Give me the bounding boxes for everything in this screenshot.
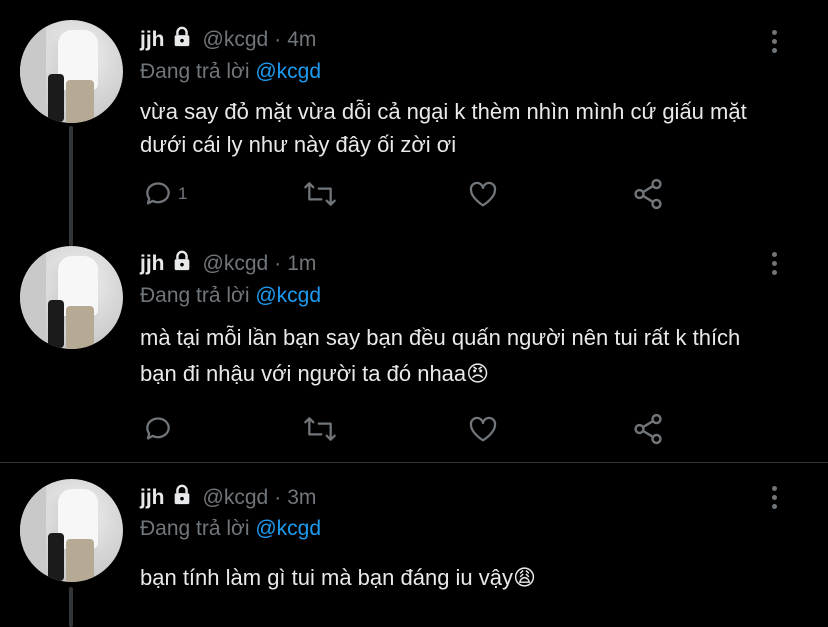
separator: · (274, 28, 282, 51)
handle[interactable]: @kcgd (203, 252, 269, 276)
retweet-icon (302, 413, 338, 445)
reply-button[interactable] (142, 412, 174, 446)
display-name[interactable]: jjh (140, 28, 165, 52)
replying-to: Đang trả lời @kcgd (140, 517, 321, 541)
avatar[interactable] (20, 20, 123, 123)
share-icon (631, 177, 665, 211)
like-button[interactable] (466, 177, 500, 211)
more-vertical-icon[interactable] (772, 252, 778, 278)
tweet-header: jjh @kcgd · 4m (140, 25, 316, 55)
display-name[interactable]: jjh (140, 486, 165, 510)
timestamp[interactable]: 3m (287, 486, 316, 510)
mention-link[interactable]: @kcgd (255, 517, 321, 540)
replying-to: Đang trả lời @kcgd (140, 60, 321, 84)
tweet-text: vừa say đỏ mặt vừa dỗi cả ngại k thèm nh… (140, 99, 747, 157)
retweet-button[interactable] (302, 412, 338, 446)
avatar[interactable] (20, 246, 123, 349)
like-button[interactable] (466, 412, 500, 446)
lock-icon (171, 26, 193, 54)
replying-prefix: Đang trả lời (140, 60, 250, 83)
tweet-text: bạn tính làm gì tui mà bạn đáng iu vậy😩 (140, 565, 536, 590)
more-vertical-icon[interactable] (772, 486, 778, 512)
timestamp[interactable]: 1m (287, 252, 316, 276)
handle[interactable]: @kcgd (203, 28, 269, 52)
heart-icon (466, 178, 500, 210)
retweet-button[interactable] (302, 177, 338, 211)
lock-icon (171, 484, 193, 512)
mention-link[interactable]: @kcgd (255, 60, 321, 83)
retweet-icon (302, 178, 338, 210)
share-button[interactable] (631, 177, 665, 211)
tweet-1[interactable]: jjh @kcgd · 4m Đang trả lời @kcgd vừa sa… (0, 0, 828, 246)
heart-icon (466, 413, 500, 445)
timestamp[interactable]: 4m (287, 28, 316, 52)
replying-prefix: Đang trả lời (140, 284, 250, 307)
reply-count: 1 (178, 184, 188, 203)
more-vertical-icon[interactable] (772, 30, 778, 56)
separator: · (274, 486, 282, 509)
tweet-header: jjh @kcgd · 1m (140, 249, 316, 279)
avatar[interactable] (20, 479, 123, 582)
separator: · (274, 252, 282, 275)
tweet-text: mà tại mỗi lần bạn say bạn đều quấn ngườ… (140, 325, 741, 386)
lock-icon (171, 250, 193, 278)
mention-link[interactable]: @kcgd (255, 284, 321, 307)
reply-button[interactable]: 1 (142, 177, 187, 211)
thread-line (69, 126, 73, 246)
handle[interactable]: @kcgd (203, 486, 269, 510)
share-icon (631, 412, 665, 446)
tweet-header: jjh @kcgd · 3m (140, 483, 316, 513)
share-button[interactable] (631, 412, 665, 446)
reply-icon (142, 178, 174, 210)
replying-to: Đang trả lời @kcgd (140, 284, 321, 308)
reply-icon (142, 413, 174, 445)
display-name[interactable]: jjh (140, 252, 165, 276)
tweet-2[interactable]: jjh @kcgd · 1m Đang trả lời @kcgd mà tại… (0, 232, 828, 462)
tweet-3[interactable]: jjh @kcgd · 3m Đang trả lời @kcgd bạn tí… (0, 463, 828, 627)
replying-prefix: Đang trả lời (140, 517, 250, 540)
thread-line (69, 587, 73, 627)
